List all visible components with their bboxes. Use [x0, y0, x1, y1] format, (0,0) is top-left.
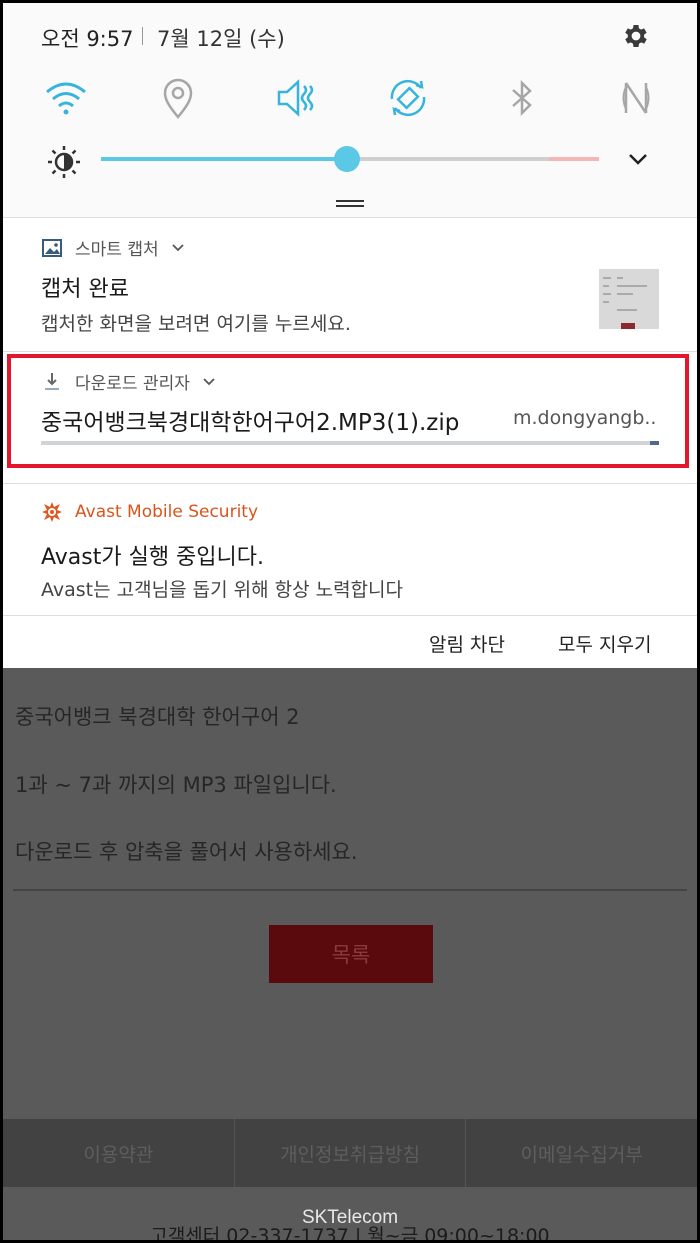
clear-all-button[interactable]: 모두 지우기	[558, 630, 651, 657]
gear-icon[interactable]	[621, 21, 651, 51]
avast-logo-icon	[42, 502, 62, 522]
notification-shade: 오전 9:57 7월 12일 (수) 스마트 캡처 캡처 완료 캡처한 화면을 …	[3, 3, 697, 668]
brightness-slider-track[interactable]	[347, 157, 549, 161]
footer-link-email-refusal[interactable]: 이메일수집거부	[466, 1119, 697, 1187]
image-icon	[42, 238, 62, 257]
status-separator	[142, 27, 143, 45]
page-divider	[13, 889, 687, 891]
card-divider	[3, 483, 697, 484]
avast-app-name: Avast Mobile Security	[75, 502, 259, 522]
avast-title: Avast가 실행 중입니다.	[41, 545, 265, 570]
status-time: 오전 9:57	[41, 27, 134, 51]
capture-thumbnail	[599, 269, 659, 329]
avast-app-row: Avast Mobile Security	[41, 501, 258, 523]
notification-capture[interactable]: 스마트 캡처 캡처 완료 캡처한 화면을 보려면 여기를 누르세요.	[3, 217, 697, 351]
chevron-down-icon[interactable]	[171, 243, 185, 253]
avast-body: Avast는 고객님을 돕기 위해 항상 노력합니다	[41, 579, 403, 601]
screen: 중국어뱅크 북경대학 한어구어 2 1과 ~ 7과 까지의 MP3 파일입니다.…	[3, 3, 697, 1240]
mute-icon[interactable]	[271, 73, 321, 123]
auto-rotate-icon[interactable]	[383, 73, 433, 123]
nfc-icon[interactable]	[611, 73, 661, 123]
footer-link-terms[interactable]: 이용약관	[3, 1119, 235, 1187]
page-text-line1: 중국어뱅크 북경대학 한어구어 2	[15, 705, 300, 729]
brightness-slider-thumb[interactable]	[334, 146, 360, 172]
footer-link-privacy[interactable]: 개인정보취급방침	[235, 1119, 467, 1187]
footer-links: 이용약관 개인정보취급방침 이메일수집거부	[3, 1119, 697, 1187]
brightness-slider-warning	[549, 157, 599, 161]
capture-app-name: 스마트 캡처	[75, 240, 159, 260]
status-date: 7월 12일 (수)	[157, 27, 285, 51]
notification-avast[interactable]: Avast Mobile Security Avast가 실행 중입니다. Av…	[3, 483, 697, 615]
bluetooth-icon[interactable]	[497, 73, 547, 123]
quick-settings-row	[3, 73, 697, 129]
notification-actions: 알림 차단 모두 지우기	[3, 615, 697, 668]
drag-handle[interactable]	[336, 200, 364, 208]
page-text-line2: 1과 ~ 7과 까지의 MP3 파일입니다.	[15, 773, 337, 797]
location-icon[interactable]	[153, 73, 203, 123]
card-divider	[3, 351, 697, 352]
capture-app-row: 스마트 캡처	[41, 235, 185, 260]
brightness-icon	[48, 146, 80, 178]
carrier-label: SKTelecom	[301, 1207, 399, 1228]
chevron-down-icon[interactable]	[625, 149, 651, 169]
capture-title: 캡처 완료	[41, 277, 129, 302]
list-button[interactable]: 목록	[269, 925, 433, 983]
capture-body: 캡처한 화면을 보려면 여기를 누르세요.	[41, 313, 351, 335]
highlight-box	[7, 354, 689, 468]
page-text-line3: 다운로드 후 압축을 풀어서 사용하세요.	[15, 840, 358, 864]
block-notifications-button[interactable]: 알림 차단	[429, 630, 505, 657]
brightness-slider-filled[interactable]	[101, 157, 347, 161]
wifi-icon[interactable]	[41, 73, 91, 123]
card-divider	[3, 217, 697, 218]
